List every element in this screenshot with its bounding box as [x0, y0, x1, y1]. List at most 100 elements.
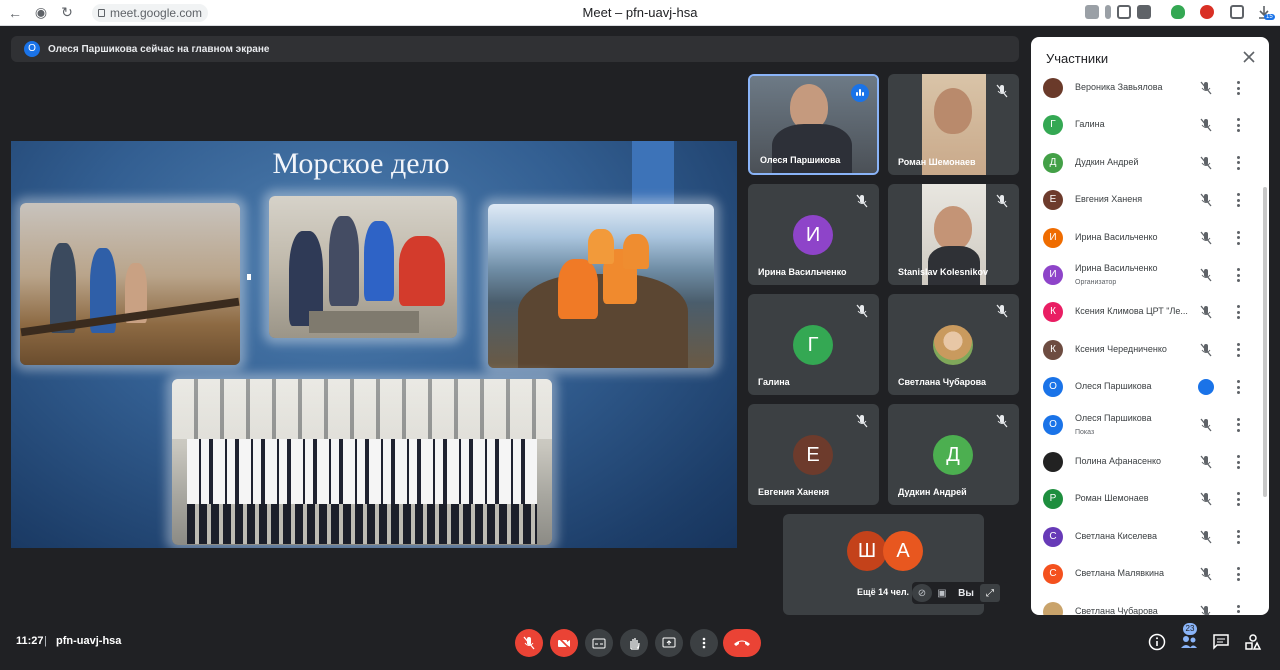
mic-off-icon[interactable]: [1199, 305, 1213, 319]
participant-row[interactable]: С Светлана Малявкина: [1031, 556, 1269, 593]
more-vert-icon[interactable]: [1235, 118, 1241, 133]
avatar: С: [1043, 526, 1063, 547]
more-vert-icon[interactable]: [1235, 529, 1241, 544]
more-vert-icon[interactable]: [1235, 455, 1241, 469]
mic-icon[interactable]: [1105, 5, 1111, 19]
activities-icon[interactable]: [1244, 633, 1262, 651]
close-icon[interactable]: [1241, 49, 1257, 65]
participant-row[interactable]: Д Дудкин Андрей: [1031, 145, 1269, 182]
captions-button[interactable]: [585, 629, 613, 657]
participant-role: Организатор: [1075, 279, 1117, 286]
avatar-photo: [933, 325, 973, 365]
participant-tile[interactable]: Stanislav Kolesnikov: [888, 184, 1019, 285]
participant-tile[interactable]: Е Евгения Ханеня: [748, 404, 879, 505]
scrollbar[interactable]: [1263, 187, 1267, 497]
more-vert-icon[interactable]: [1235, 342, 1241, 357]
more-vert-icon[interactable]: [1235, 305, 1241, 320]
bookmark-icon[interactable]: [1137, 5, 1151, 19]
more-vert-icon: [702, 637, 706, 649]
mic-off-icon[interactable]: [1199, 530, 1213, 544]
more-vert-icon[interactable]: [1235, 193, 1241, 208]
participant-row[interactable]: О Олеся Паршикова: [1031, 369, 1269, 406]
more-vert-icon[interactable]: [1235, 155, 1241, 170]
photo-cadets-group: [172, 379, 552, 545]
bottom-bar: 11:27 | pfn-uavj-hsa 23: [0, 615, 1280, 670]
participant-row[interactable]: Полина Афанасенко: [1031, 444, 1269, 481]
chat-icon[interactable]: [1212, 633, 1230, 651]
camera-off-icon[interactable]: ▣: [932, 584, 952, 602]
mic-off-icon[interactable]: [1199, 118, 1213, 132]
avatar: И: [1043, 227, 1063, 248]
avatar: Е: [793, 435, 833, 475]
camera-off-icon: [557, 636, 571, 650]
participant-row[interactable]: С Светлана Киселева: [1031, 519, 1269, 556]
participant-name: Ирина Васильченко: [1075, 231, 1158, 242]
participant-row[interactable]: И Ирина Васильченко: [1031, 220, 1269, 257]
participant-tile[interactable]: Д Дудкин Андрей: [888, 404, 1019, 505]
participant-tile[interactable]: Г Галина: [748, 294, 879, 395]
participant-name: Евгения Ханеня: [758, 487, 830, 497]
more-options-button[interactable]: [690, 629, 718, 657]
hang-up-icon: [734, 640, 750, 646]
participant-name: Светлана Чубарова: [1075, 605, 1158, 615]
present-button[interactable]: [655, 629, 683, 657]
participant-tile[interactable]: Олеся Паршикова: [748, 74, 879, 175]
leave-call-button[interactable]: [723, 629, 761, 657]
photo-rowing-boat: [488, 204, 714, 368]
info-icon[interactable]: [1148, 633, 1166, 651]
participant-row[interactable]: Е Евгения Ханеня: [1031, 182, 1269, 219]
mic-off-icon[interactable]: [1199, 567, 1213, 581]
expand-icon[interactable]: ⤢: [980, 584, 1000, 602]
more-vert-icon[interactable]: [1235, 417, 1241, 432]
camera-icon[interactable]: [1085, 5, 1099, 19]
participant-row[interactable]: К Ксения Климова ЦРТ "Ле...: [1031, 294, 1269, 331]
extension-icon[interactable]: [1200, 5, 1214, 19]
more-vert-icon[interactable]: [1235, 230, 1241, 245]
people-icon[interactable]: [1180, 633, 1198, 651]
mic-off-icon[interactable]: [1199, 343, 1213, 357]
raise-hand-button[interactable]: [620, 629, 648, 657]
mic-off-icon[interactable]: [1199, 418, 1213, 432]
mic-off-icon[interactable]: [1199, 81, 1213, 95]
avatar: [1043, 78, 1063, 98]
mic-off-icon[interactable]: [1199, 231, 1213, 245]
meeting-code: pfn-uavj-hsa: [56, 635, 122, 647]
screen-share-icon[interactable]: [1117, 5, 1131, 19]
participant-tile[interactable]: Роман Шемонаев: [888, 74, 1019, 175]
photo-shooting-class: [20, 203, 240, 365]
more-vert-icon[interactable]: [1235, 380, 1241, 395]
more-vert-icon[interactable]: [1235, 604, 1241, 615]
avatar: Е: [1043, 190, 1063, 211]
participant-row[interactable]: Вероника Завьялова: [1031, 70, 1269, 107]
self-label: Вы: [958, 587, 974, 599]
participant-row[interactable]: Р Роман Шемонаев: [1031, 481, 1269, 518]
mic-off-icon[interactable]: [1199, 156, 1213, 170]
more-vert-icon[interactable]: [1235, 567, 1241, 582]
participant-row[interactable]: Светлана Чубарова: [1031, 594, 1269, 615]
participant-row[interactable]: К Ксения Чередниченко: [1031, 332, 1269, 369]
mic-off-icon[interactable]: [1199, 268, 1213, 282]
participant-row[interactable]: И Ирина Васильченко Организатор: [1031, 257, 1269, 294]
mic-off-icon[interactable]: [1199, 605, 1213, 615]
mic-off-icon[interactable]: [1199, 492, 1213, 506]
mic-toggle-button[interactable]: [515, 629, 543, 657]
participant-name: Евгения Ханеня: [1075, 194, 1143, 205]
shield-icon[interactable]: [1171, 5, 1185, 19]
more-vert-icon[interactable]: [1235, 492, 1241, 507]
speaking-icon: [851, 84, 869, 102]
mic-off-icon[interactable]: [1199, 193, 1213, 207]
cursor-icon: [247, 274, 251, 280]
participant-row[interactable]: О Олеся Паршикова Показ: [1031, 407, 1269, 444]
more-vert-icon[interactable]: [1235, 81, 1241, 95]
participant-tile[interactable]: И Ирина Васильченко: [748, 184, 879, 285]
participant-name: Ирина Васильченко: [1075, 263, 1158, 273]
mic-off-icon: [523, 636, 535, 650]
participant-row[interactable]: Г Галина: [1031, 107, 1269, 144]
more-vert-icon[interactable]: [1235, 268, 1241, 282]
mic-off-icon[interactable]: [1199, 455, 1213, 469]
participant-tile[interactable]: Светлана Чубарова: [888, 294, 1019, 395]
mic-off-icon[interactable]: ⊘: [912, 584, 932, 602]
avatar: О: [24, 41, 40, 57]
camera-toggle-button[interactable]: [550, 629, 578, 657]
puzzle-icon[interactable]: [1230, 5, 1244, 19]
